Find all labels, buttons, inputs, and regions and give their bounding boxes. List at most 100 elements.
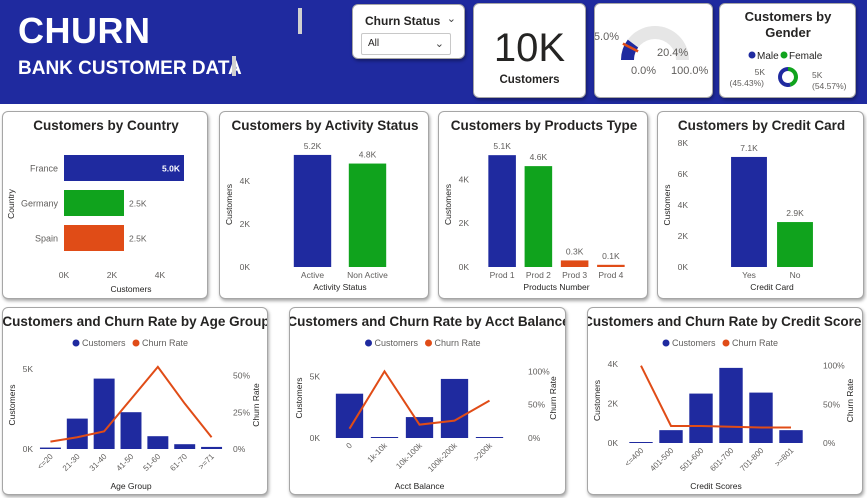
- bar: [147, 436, 169, 449]
- gauge-min-label: 0.0%: [631, 65, 656, 77]
- bar: [560, 260, 589, 267]
- bar: [475, 437, 504, 438]
- category-label: Spain: [35, 234, 58, 244]
- bar: [440, 378, 469, 438]
- data-label: 0.3K: [566, 246, 584, 256]
- y2-axis-title: Churn Rate: [548, 376, 558, 420]
- bar: [348, 163, 387, 267]
- legend-churn-rate-icon: [722, 339, 730, 347]
- female-percent-label: (54.57%): [812, 81, 847, 91]
- age-combo-chart: Customers and Churn Rate by Age Group Cus…: [3, 314, 268, 491]
- balance-combo-chart: Customers and Churn Rate by Acct Balance…: [290, 314, 565, 491]
- bar: [64, 190, 124, 216]
- male-percent-label: (45.43%): [730, 78, 765, 88]
- bar: [201, 446, 223, 449]
- x-tick-label: 601-700: [708, 446, 736, 474]
- x-tick-label: Yes: [742, 270, 756, 280]
- y-tick-label: 0K: [608, 438, 619, 448]
- chart-title: Customers by Credit Card: [678, 118, 845, 133]
- text-cursor-icon: [298, 8, 302, 34]
- churn-rate-gauge: 15.0% 20.4%0.0% 100.0%: [595, 26, 709, 77]
- chart-title: Customers by Country: [33, 118, 179, 133]
- bar: [174, 444, 196, 449]
- y-axis-title: Customers: [592, 380, 602, 421]
- gender-card: Customers by Gender Male Female 5K (45.43%) 5K…: [719, 3, 856, 98]
- gauge-value-label: 20.4%: [657, 47, 688, 59]
- x-axis-title: Customers: [110, 284, 151, 294]
- chevron-down-icon[interactable]: ⌄: [447, 12, 456, 25]
- credit-scores-chart-card: Customers and Churn Rate by Credit Score…: [587, 307, 863, 495]
- bar: [488, 155, 516, 267]
- y-tick-label: 4K: [459, 174, 470, 184]
- x-axis-title: Products Number: [523, 282, 589, 292]
- x-tick-label: >=801: [773, 446, 796, 469]
- data-label: 5.2K: [304, 141, 322, 151]
- chevron-down-icon[interactable]: ⌄: [435, 37, 444, 50]
- y-tick-label: 4K: [608, 359, 619, 369]
- y2-axis-title: Churn Rate: [251, 383, 261, 427]
- legend-customers-label: Customers: [82, 338, 126, 348]
- gender-donut-chart: Customers byGenderMale Female5K(45.43%)5K…: [730, 9, 847, 91]
- x-tick-label: >=71: [197, 452, 217, 472]
- churn-status-slicer[interactable]: Churn Status ⌄ All ⌄: [352, 4, 465, 59]
- y-tick-label: 5K: [23, 364, 34, 374]
- credit-card-chart-card: Customers by Credit Card 0K 2K 4K 6K 8K 7.1K Ye…: [657, 111, 864, 299]
- page-title: CHURN: [18, 10, 151, 51]
- y-axis-title: Country: [6, 188, 16, 219]
- bar: [629, 442, 653, 443]
- bar: [731, 156, 767, 267]
- activity-bar-chart: Customers by Activity Status 0K 2K 4K 5.2K Ac…: [224, 118, 419, 292]
- gauge-max-label: 100.0%: [671, 65, 709, 77]
- churn-status-dropdown[interactable]: All ⌄: [361, 33, 451, 55]
- legend-female-icon: [780, 51, 788, 59]
- chart-title: Customers and Churn Rate by Age Group: [3, 314, 268, 329]
- bar: [524, 166, 553, 267]
- legend-customers-icon: [72, 339, 80, 347]
- bar: [777, 222, 813, 267]
- y-tick-label: 2K: [459, 218, 470, 228]
- churn-rate-gauge-card: 15.0% 20.4%0.0% 100.0%: [594, 3, 713, 98]
- y-tick-label: 8K: [678, 138, 689, 148]
- bar: [719, 367, 743, 443]
- y-tick-label: 2K: [608, 398, 619, 408]
- x-axis-title: Activity Status: [313, 282, 366, 292]
- y-tick-label: 4K: [678, 200, 689, 210]
- x-tick-label: 100k-200k: [426, 440, 459, 473]
- x-tick-label: 10k-100k: [394, 440, 424, 470]
- x-tick-label: Active: [301, 270, 324, 280]
- bar: [597, 264, 625, 267]
- text-cursor-icon: [232, 56, 236, 76]
- category-label: Germany: [21, 199, 59, 209]
- bar: [293, 154, 332, 267]
- gender-title-line-1: Customers by: [745, 9, 832, 24]
- legend-churn-rate-label: Churn Rate: [435, 338, 481, 348]
- legend-churn-rate-icon: [132, 339, 140, 347]
- x-tick-label: Prod 2: [526, 270, 551, 280]
- x-tick-label: Prod 1: [490, 270, 515, 280]
- credit-card-bar-chart: Customers by Credit Card 0K 2K 4K 6K 8K 7.1K Ye…: [662, 118, 845, 292]
- legend-female-label: Female: [789, 51, 823, 62]
- bar: [405, 417, 434, 438]
- y-tick-label: 0K: [240, 262, 251, 272]
- y2-tick-label: 100%: [823, 361, 845, 371]
- x-tick-label: <=20: [36, 452, 56, 472]
- y-tick-label: 5K: [310, 371, 321, 381]
- legend-customers-icon: [365, 339, 372, 347]
- bar: [39, 447, 61, 449]
- bar: [659, 430, 683, 443]
- x-tick-label: <=400: [623, 446, 646, 469]
- country-bar-chart: Customers by Country France 5.0K Germany 2.5…: [6, 118, 184, 294]
- credit-scores-combo-chart: Customers and Churn Rate by Credit Score…: [588, 314, 862, 491]
- y-tick-label: 0K: [678, 262, 689, 272]
- y2-tick-label: 0%: [823, 438, 836, 448]
- x-tick-label: Non Active: [347, 270, 388, 280]
- y2-tick-label: 100%: [528, 366, 550, 376]
- data-label: 4.6K: [530, 152, 548, 162]
- kpi-value: 10K: [493, 26, 566, 70]
- legend-churn-rate-label: Churn Rate: [142, 338, 188, 348]
- chart-title: Customers by Activity Status: [231, 118, 418, 133]
- activity-chart-card: Customers by Activity Status 0K 2K 4K 5.2K Ac…: [219, 111, 429, 299]
- data-label: 5.0K: [162, 164, 181, 174]
- x-tick-label: 0K: [59, 270, 70, 280]
- x-tick-label: 0: [344, 441, 354, 451]
